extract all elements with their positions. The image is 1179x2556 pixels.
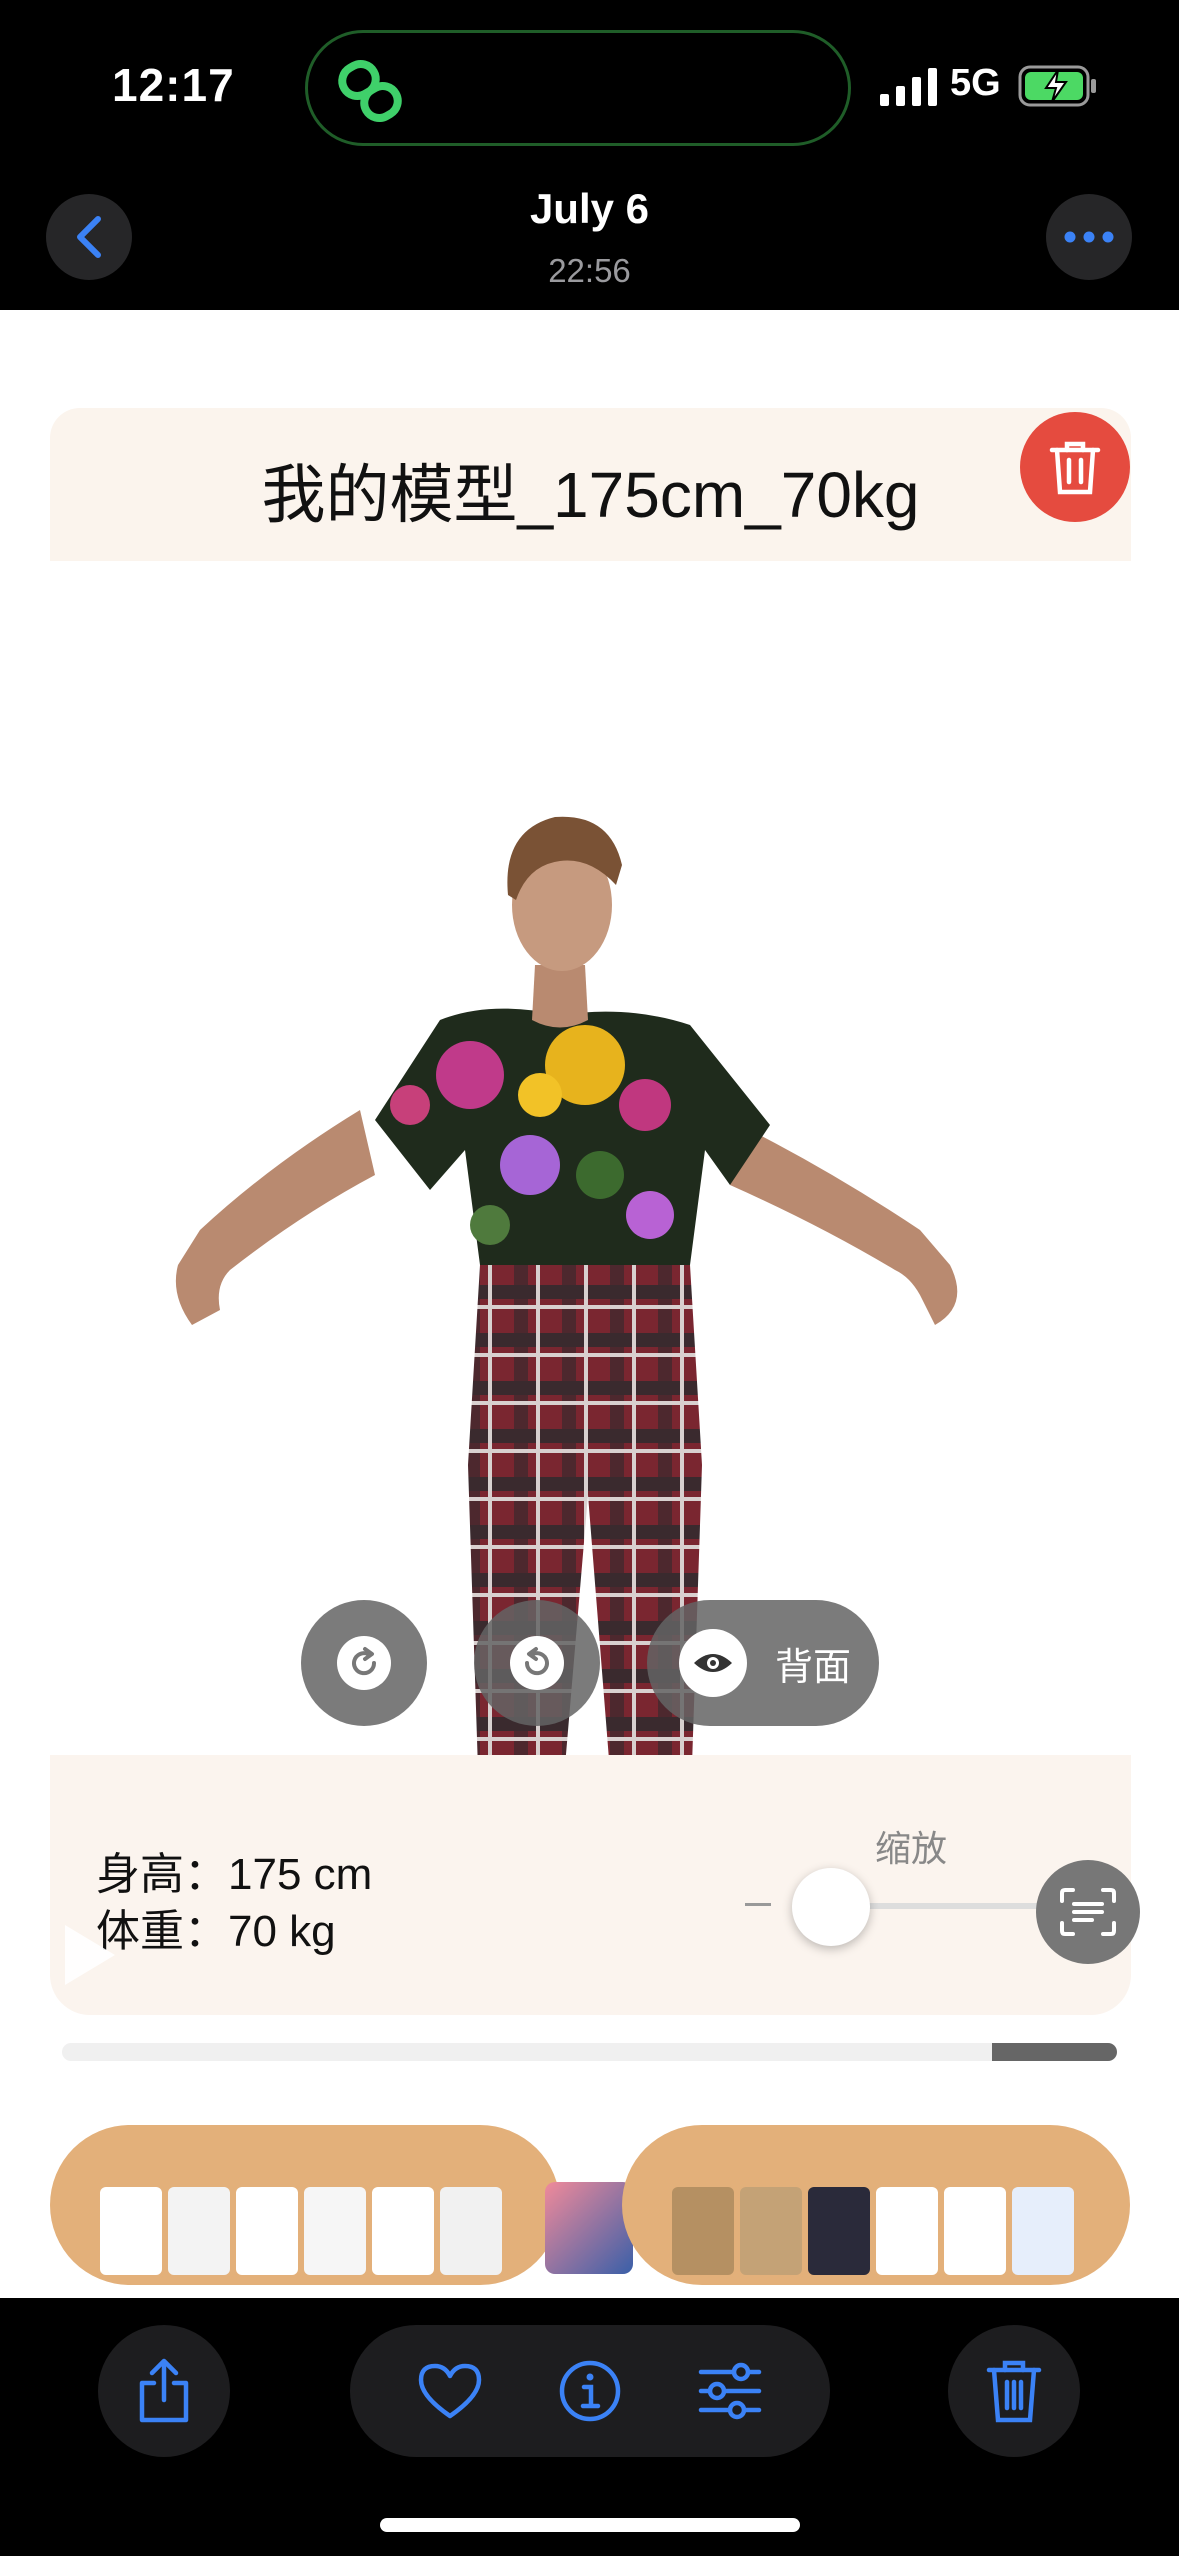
trash-icon <box>1049 441 1101 495</box>
battery-charging-icon <box>1018 65 1096 107</box>
model-header: 我的模型_175cm_70kg <box>50 408 1131 561</box>
thumbnail <box>168 2187 230 2275</box>
nav-subtitle: 22:56 <box>548 252 631 289</box>
thumbnail <box>236 2187 298 2275</box>
network-type: 5G <box>950 62 1001 104</box>
thumbnail <box>672 2187 734 2275</box>
blurred-thumbnail-strip-left <box>50 2125 560 2285</box>
trash-icon <box>986 2360 1042 2423</box>
photo-actions-group <box>350 2325 830 2457</box>
zoom-slider-knob[interactable] <box>792 1868 870 1946</box>
rotate-counterclockwise-icon <box>524 1647 549 1676</box>
link-icon <box>338 60 402 122</box>
more-button[interactable] <box>1046 194 1132 280</box>
model-name: 我的模型_175cm_70kg <box>261 459 920 531</box>
thumbnail <box>440 2187 502 2275</box>
view-toggle-label: 背面 <box>775 1646 852 1689</box>
thumbnail <box>545 2182 633 2274</box>
height-value: 身高：175 cm <box>96 1850 373 1899</box>
video-scrubber-fill <box>992 2043 1117 2061</box>
model-info-panel: 身高：175 cm 体重：70 kg 缩放 <box>50 1755 1131 2015</box>
weight-value: 体重：70 kg <box>96 1907 336 1956</box>
thumbnail <box>1012 2187 1074 2275</box>
photo-view[interactable]: 我的模型_175cm_70kg 背面 身高：175 cm 体重：70 kg 缩放 <box>0 310 1179 2298</box>
thumbnail <box>740 2187 802 2275</box>
delete-model-button[interactable] <box>1020 412 1130 522</box>
thumbnail <box>100 2187 162 2275</box>
zoom-minus-icon <box>745 1903 771 1906</box>
thumbnail <box>944 2187 1006 2275</box>
thumbnail <box>876 2187 938 2275</box>
thumbnail <box>304 2187 366 2275</box>
scan-button[interactable] <box>1036 1860 1140 1964</box>
dynamic-island[interactable] <box>305 30 851 146</box>
adjust-icon[interactable] <box>697 2362 763 2420</box>
nav-title: July 6 <box>529 185 650 232</box>
rotate-left-button[interactable] <box>474 1600 600 1726</box>
thumbnail <box>372 2187 434 2275</box>
play-icon[interactable] <box>65 1925 115 1985</box>
status-time: 12:17 <box>112 59 235 111</box>
rotate-right-button[interactable] <box>301 1600 427 1726</box>
ellipsis-icon <box>1064 231 1114 243</box>
delete-photo-button[interactable] <box>948 2325 1080 2457</box>
thumbnail <box>808 2187 870 2275</box>
video-scrubber[interactable] <box>62 2043 1117 2061</box>
scan-text-icon <box>1060 1888 1116 1936</box>
heart-icon[interactable] <box>417 2362 483 2420</box>
home-indicator[interactable] <box>380 2518 800 2532</box>
blurred-thumbnail-strip-right <box>622 2125 1130 2285</box>
share-icon <box>139 2358 189 2423</box>
zoom-label: 缩放 <box>875 1828 948 1869</box>
rotate-clockwise-icon <box>352 1647 377 1676</box>
share-button[interactable] <box>98 2325 230 2457</box>
info-icon[interactable] <box>558 2359 622 2423</box>
view-toggle-button[interactable]: 背面 <box>647 1600 879 1726</box>
signal-bars-icon <box>880 68 937 106</box>
eye-icon <box>694 1654 732 1672</box>
